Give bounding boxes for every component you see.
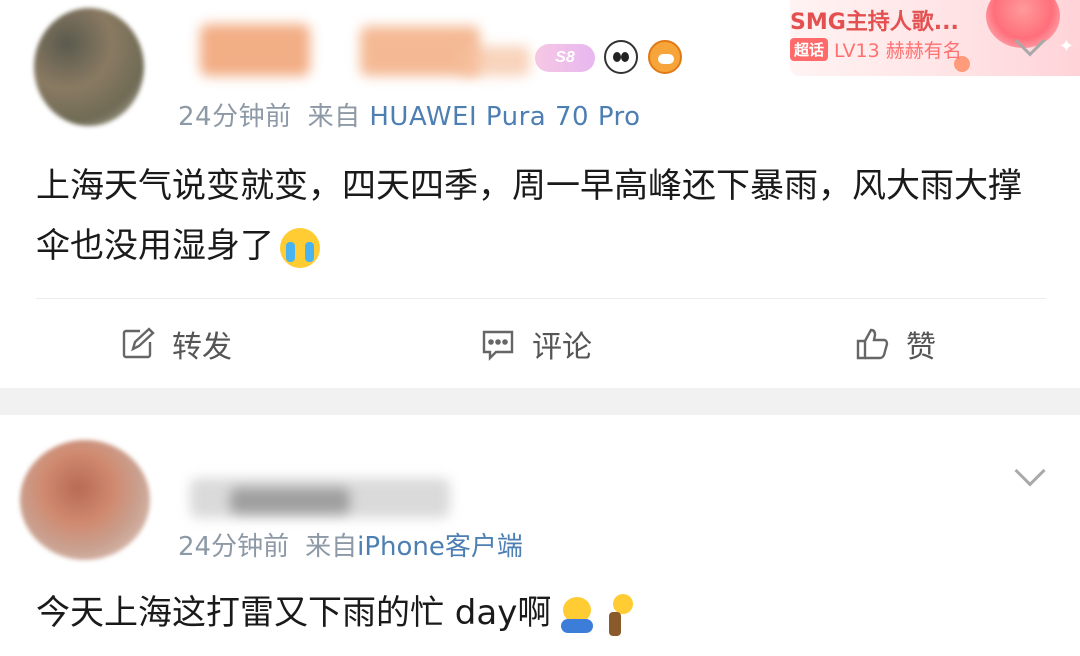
- post-meta: 24分钟前 来自 HUAWEI Pura 70 Pro: [178, 96, 641, 133]
- post-time: 24分钟前: [178, 532, 290, 562]
- like-label: 赞: [906, 330, 936, 365]
- post-separator: [0, 388, 1080, 415]
- topic-title: SMG主持人歌...: [790, 10, 959, 35]
- busy-emoji-icon: [557, 595, 597, 635]
- source-prefix: 来自: [305, 532, 358, 562]
- repost-button[interactable]: 转发: [120, 318, 232, 370]
- username-blurred[interactable]: [230, 488, 350, 514]
- like-button[interactable]: 赞: [854, 318, 936, 370]
- post-time: 24分钟前: [178, 102, 292, 132]
- sparkle-icon: ✦: [1058, 36, 1074, 57]
- avatar[interactable]: [34, 8, 144, 126]
- topic-level-row: 超话 LV13 赫赫有名: [790, 36, 962, 63]
- running-emoji-icon: [601, 593, 637, 636]
- comment-button[interactable]: 评论: [480, 318, 592, 370]
- action-bar: 转发 评论 赞: [0, 318, 1080, 370]
- post-text: 今天上海这打雷又下雨的忙 day啊: [36, 593, 552, 633]
- post-card: S8 ✦ SMG主持人歌... 超话 LV13 赫赫有名 24分钟前 来自 HUA…: [0, 0, 1080, 388]
- topic-level: LV13 赫赫有名: [834, 40, 962, 62]
- topic-tag: 超话: [790, 38, 829, 61]
- comment-bubble-icon: [482, 330, 514, 361]
- post-content: 上海天气说变就变，四天四季，周一早高峰还下暴雨，风大雨大撑伞也没用湿身了: [36, 156, 1046, 276]
- username-blurred[interactable]: [460, 46, 530, 76]
- username-blurred[interactable]: [200, 24, 310, 76]
- source-prefix: 来自: [307, 102, 361, 132]
- divider: [36, 298, 1046, 299]
- post-meta: 24分钟前 来自iPhone客户端: [178, 526, 523, 563]
- avatar[interactable]: [20, 440, 150, 560]
- source-device[interactable]: iPhone客户端: [357, 532, 523, 562]
- source-device[interactable]: HUAWEI Pura 70 Pro: [369, 102, 640, 132]
- level-badge: S8: [535, 44, 595, 72]
- post-text: 上海天气说变就变，四天四季，周一早高峰还下暴雨，风大雨大撑伞也没用湿身了: [36, 166, 1022, 266]
- edit-square-icon: [122, 327, 155, 359]
- crying-emoji-icon: [280, 227, 320, 268]
- fox-icon: [648, 40, 682, 74]
- thumbs-up-icon: [856, 328, 889, 360]
- post-content: 今天上海这打雷又下雨的忙 day啊: [36, 583, 1046, 643]
- comment-label: 评论: [532, 330, 592, 365]
- repost-label: 转发: [172, 330, 232, 365]
- panda-icon: [604, 40, 638, 74]
